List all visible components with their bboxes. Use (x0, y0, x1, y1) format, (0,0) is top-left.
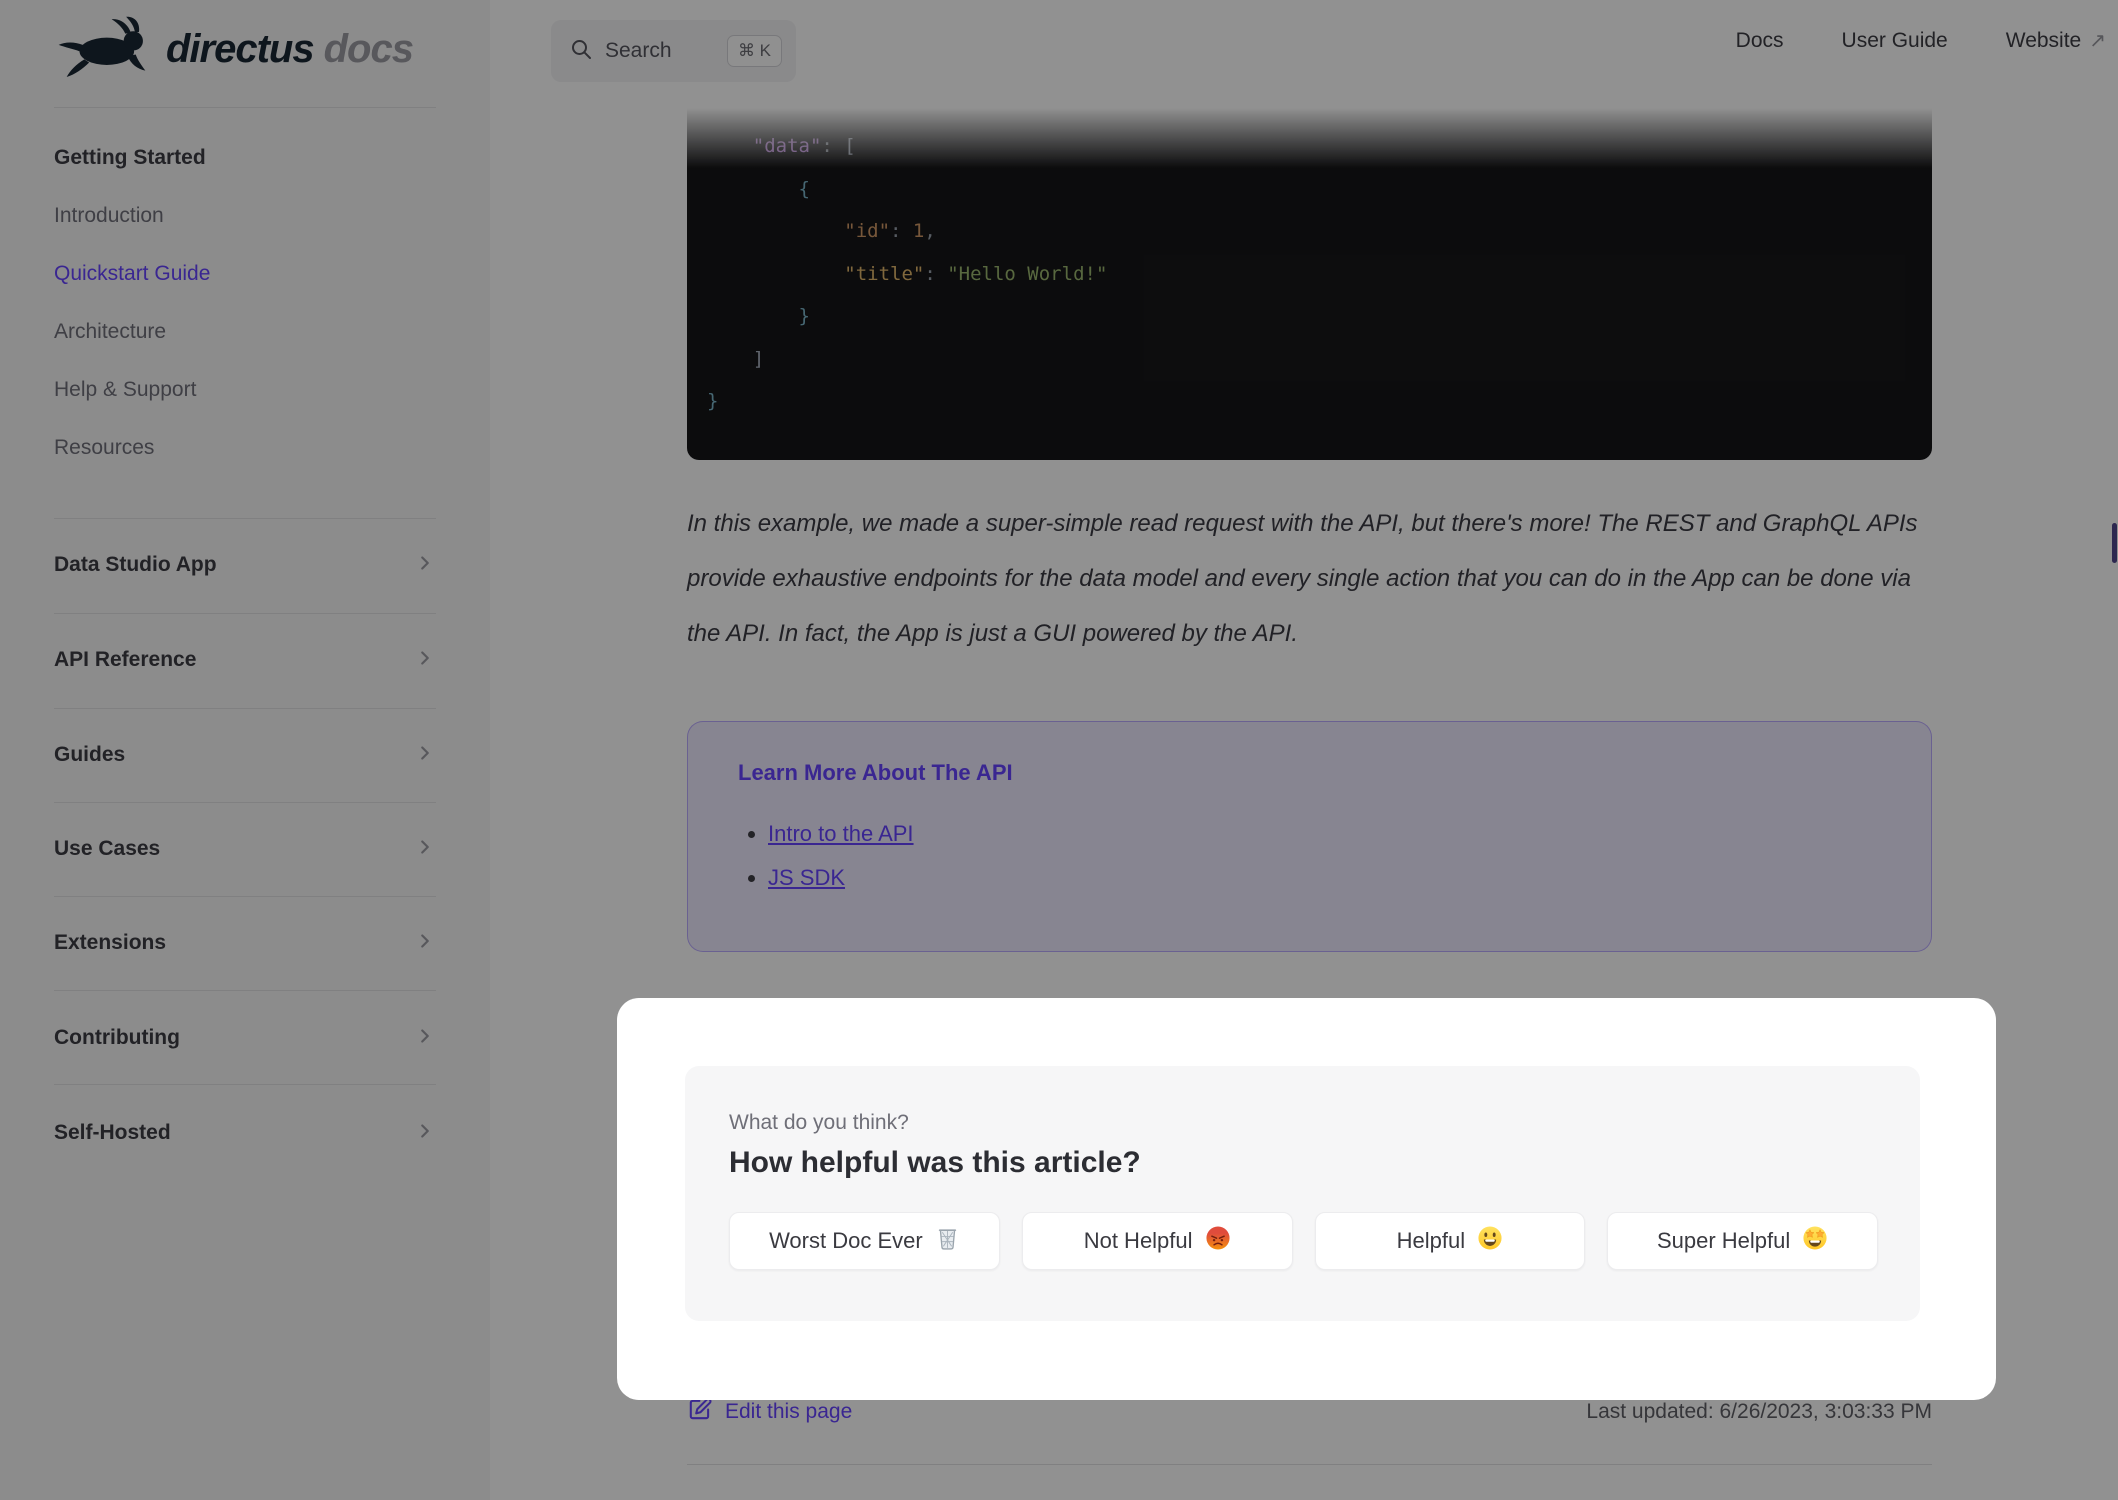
docs-page: directus docs Getting Started Introductio… (0, 0, 2118, 1500)
button-label: Worst Doc Ever (769, 1228, 923, 1253)
super-helpful-button[interactable]: Super Helpful (1607, 1212, 1878, 1270)
button-label: Helpful (1396, 1228, 1466, 1253)
button-label: Not Helpful (1083, 1228, 1193, 1253)
feedback-card: What do you think? How helpful was this … (685, 1066, 1920, 1321)
button-label: Super Helpful (1656, 1228, 1791, 1253)
angry-face-emoji-icon (1205, 1225, 1231, 1257)
feedback-spotlight: What do you think? How helpful was this … (617, 998, 1996, 1400)
smiley-face-emoji-icon (1477, 1225, 1503, 1257)
not-helpful-button[interactable]: Not Helpful (1021, 1212, 1293, 1270)
feedback-buttons: Worst Doc Ever Not Helpful Helpful Super… (729, 1212, 1878, 1270)
helpful-button[interactable]: Helpful (1314, 1212, 1586, 1270)
worst-doc-ever-button[interactable]: Worst Doc Ever (729, 1212, 1000, 1270)
feedback-title: How helpful was this article? (729, 1146, 1141, 1179)
trash-emoji-icon (935, 1226, 960, 1257)
star-struck-emoji-icon (1802, 1225, 1828, 1257)
feedback-kicker: What do you think? (729, 1111, 909, 1134)
